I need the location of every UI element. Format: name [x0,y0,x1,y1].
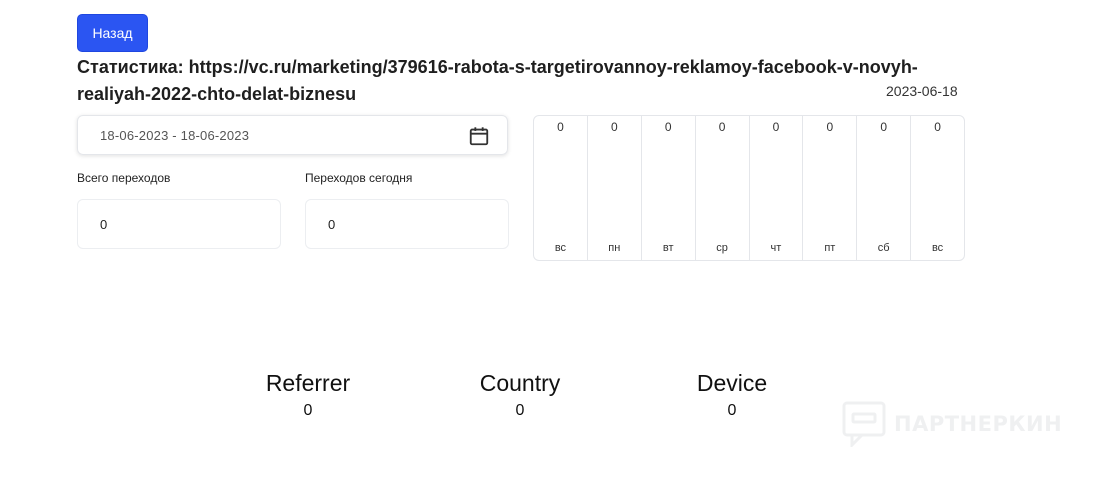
device-metric: Device 0 [652,370,812,420]
today-clicks-label: Переходов сегодня [305,171,413,185]
device-title: Device [696,370,768,396]
day-column: 0 сб [856,116,910,260]
day-name: сб [877,242,890,254]
day-name: чт [770,242,782,254]
referrer-value: 0 [303,402,313,419]
country-title: Country [479,370,561,396]
day-column: 0 пн [586,116,641,260]
day-value: 0 [934,120,941,134]
day-column: 0 ср [694,116,749,260]
back-button[interactable]: Назад [77,14,148,52]
day-value: 0 [664,120,672,134]
day-name: вс [554,242,567,254]
day-value: 0 [772,120,780,134]
day-name: вс [931,242,944,254]
country-value: 0 [515,402,525,419]
total-clicks-value: 0 [77,199,281,249]
day-name: пн [608,242,621,254]
day-name: ср [716,242,728,254]
watermark-text: ПАРТНЕРКИН [894,412,1063,436]
country-metric: Country 0 [440,370,600,420]
day-name: вт [662,242,674,254]
day-name: пт [824,242,836,254]
day-column: 0 вс [534,116,587,260]
day-column: 0 пт [802,116,856,260]
day-value: 0 [610,120,618,134]
today-clicks-value: 0 [305,199,509,249]
day-column: 0 вс [910,116,964,260]
referrer-title: Referrer [265,370,351,396]
date-range-picker[interactable]: 18-06-2023 - 18-06-2023 [77,115,508,155]
calendar-icon[interactable] [468,125,490,147]
total-clicks-label: Всего переходов [77,171,171,185]
report-date: 2023-06-18 [886,83,958,99]
page-title: Статистика: https://vc.ru/marketing/3796… [77,57,918,104]
date-range-value: 18-06-2023 - 18-06-2023 [100,127,250,143]
day-column: 0 чт [748,116,803,260]
day-column: 0 вт [640,116,695,260]
watermark-logo-icon [842,401,886,447]
day-value: 0 [826,120,834,134]
weekly-clicks-panel: 0 вс 0 пн 0 вт 0 ср 0 чт 0 пт 0 сб 0 вс [533,115,965,261]
day-value: 0 [880,120,888,134]
referrer-metric: Referrer 0 [228,370,388,420]
watermark: ПАРТНЕРКИН [842,401,1062,447]
day-value: 0 [557,120,564,134]
device-value: 0 [727,402,737,419]
day-value: 0 [718,120,726,134]
